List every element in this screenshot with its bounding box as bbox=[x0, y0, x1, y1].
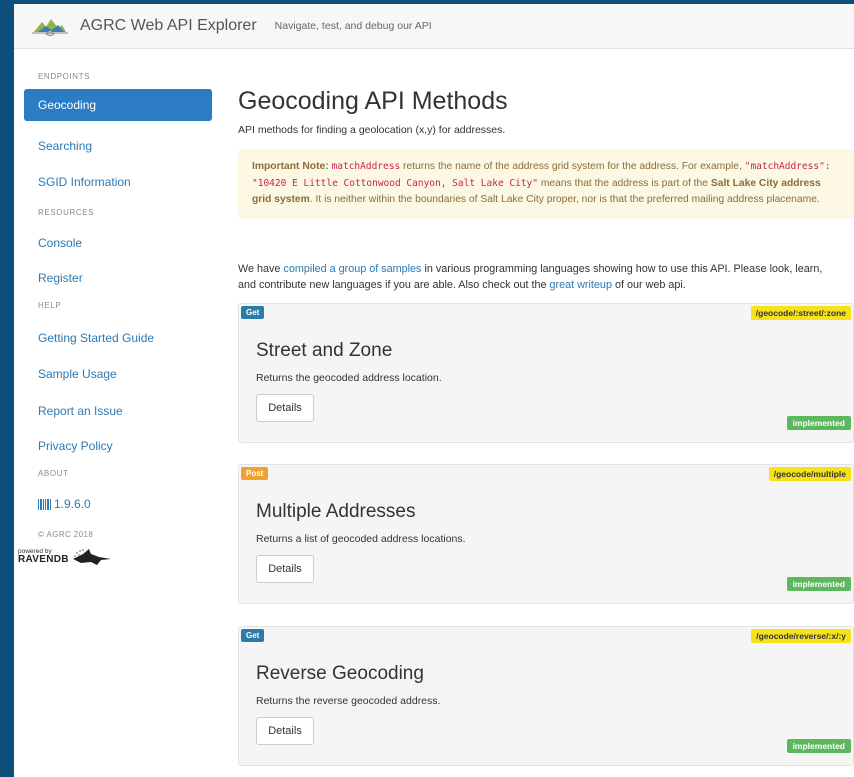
app-title[interactable]: AGRC Web API Explorer bbox=[80, 17, 257, 35]
note-text-3: . It is neither within the boundaries of… bbox=[309, 194, 820, 205]
section-heading-about: ABOUT bbox=[38, 469, 69, 478]
sidebar-item-geocoding[interactable]: Geocoding bbox=[24, 89, 212, 121]
sidebar-item-report-an-issue[interactable]: Report an Issue bbox=[14, 404, 123, 418]
samples-link[interactable]: compiled a group of samples bbox=[283, 263, 421, 275]
card-description: Returns a list of geocoded address locat… bbox=[256, 533, 466, 545]
card-description: Returns the reverse geocoded address. bbox=[256, 695, 441, 707]
version-link[interactable]: 1.9.6.0 bbox=[14, 497, 91, 511]
route-badge: /geocode/:street/:zone bbox=[750, 306, 851, 320]
page-subtitle: API methods for finding a geolocation (x… bbox=[238, 124, 506, 136]
note-code-matchaddress: matchAddress bbox=[331, 161, 401, 172]
endpoint-card-street-zone: Get /geocode/:street/:zone Street and Zo… bbox=[238, 303, 854, 443]
sidebar-item-searching[interactable]: Searching bbox=[14, 139, 92, 153]
card-title: Street and Zone bbox=[256, 340, 393, 361]
sidebar-item-sample-usage[interactable]: Sample Usage bbox=[14, 367, 117, 381]
card-title: Reverse Geocoding bbox=[256, 663, 424, 684]
section-heading-help: HELP bbox=[38, 301, 62, 310]
note-label: Important Note: bbox=[252, 161, 329, 172]
sidebar-item-register[interactable]: Register bbox=[14, 271, 83, 285]
details-button[interactable]: Details bbox=[256, 555, 314, 583]
endpoint-card-multiple-addresses: Post /geocode/multiple Multiple Addresse… bbox=[238, 464, 854, 604]
version-number: 1.9.6.0 bbox=[54, 497, 91, 511]
important-note: Important Note: matchAddress returns the… bbox=[238, 149, 854, 219]
method-badge: Get bbox=[241, 629, 265, 642]
sidebar-item-sgid-information[interactable]: SGID Information bbox=[14, 175, 131, 189]
card-description: Returns the geocoded address location. bbox=[256, 372, 442, 384]
ravendb-logo-text: RAVENDB bbox=[18, 554, 69, 566]
route-badge: /geocode/multiple bbox=[768, 467, 851, 481]
route-badge: /geocode/reverse/:x/:y bbox=[751, 629, 851, 643]
method-badge: Post bbox=[241, 467, 269, 480]
intro-text-3: of our web api. bbox=[611, 279, 686, 291]
app-frame: AGRC Web API Explorer Navigate, test, an… bbox=[14, 4, 854, 777]
mountain-logo-icon[interactable] bbox=[32, 14, 68, 38]
note-text-1: returns the name of the address grid sys… bbox=[400, 161, 745, 172]
sidebar-item-getting-started-guide[interactable]: Getting Started Guide bbox=[14, 331, 154, 345]
section-heading-endpoints: ENDPOINTS bbox=[38, 72, 91, 81]
intro-text-1: We have bbox=[238, 263, 284, 275]
card-title: Multiple Addresses bbox=[256, 501, 416, 522]
raven-bird-icon bbox=[72, 549, 111, 565]
app-tagline: Navigate, test, and debug our API bbox=[274, 20, 432, 32]
sidebar-item-console[interactable]: Console bbox=[14, 236, 82, 250]
sidebar-item-privacy-policy[interactable]: Privacy Policy bbox=[14, 439, 113, 453]
note-text-2: means that the address is part of the bbox=[537, 177, 711, 189]
status-badge: implemented bbox=[786, 416, 851, 430]
ravendb-badge[interactable]: powered by RAVENDB bbox=[14, 545, 115, 569]
page-title: Geocoding API Methods bbox=[238, 87, 508, 115]
samples-intro: We have compiled a group of samples in v… bbox=[238, 261, 838, 293]
status-badge: implemented bbox=[786, 577, 851, 591]
endpoint-card-reverse-geocoding: Get /geocode/reverse/:x/:y Reverse Geoco… bbox=[238, 626, 854, 766]
writeup-link[interactable]: great writeup bbox=[550, 279, 612, 291]
method-badge: Get bbox=[241, 306, 265, 319]
top-navbar: AGRC Web API Explorer Navigate, test, an… bbox=[14, 4, 854, 49]
copyright-text: © AGRC 2018 bbox=[38, 530, 94, 539]
barcode-icon bbox=[38, 498, 51, 510]
details-button[interactable]: Details bbox=[256, 717, 314, 745]
section-heading-resources: RESOURCES bbox=[38, 208, 95, 217]
status-badge: implemented bbox=[786, 739, 851, 753]
details-button[interactable]: Details bbox=[256, 394, 314, 422]
